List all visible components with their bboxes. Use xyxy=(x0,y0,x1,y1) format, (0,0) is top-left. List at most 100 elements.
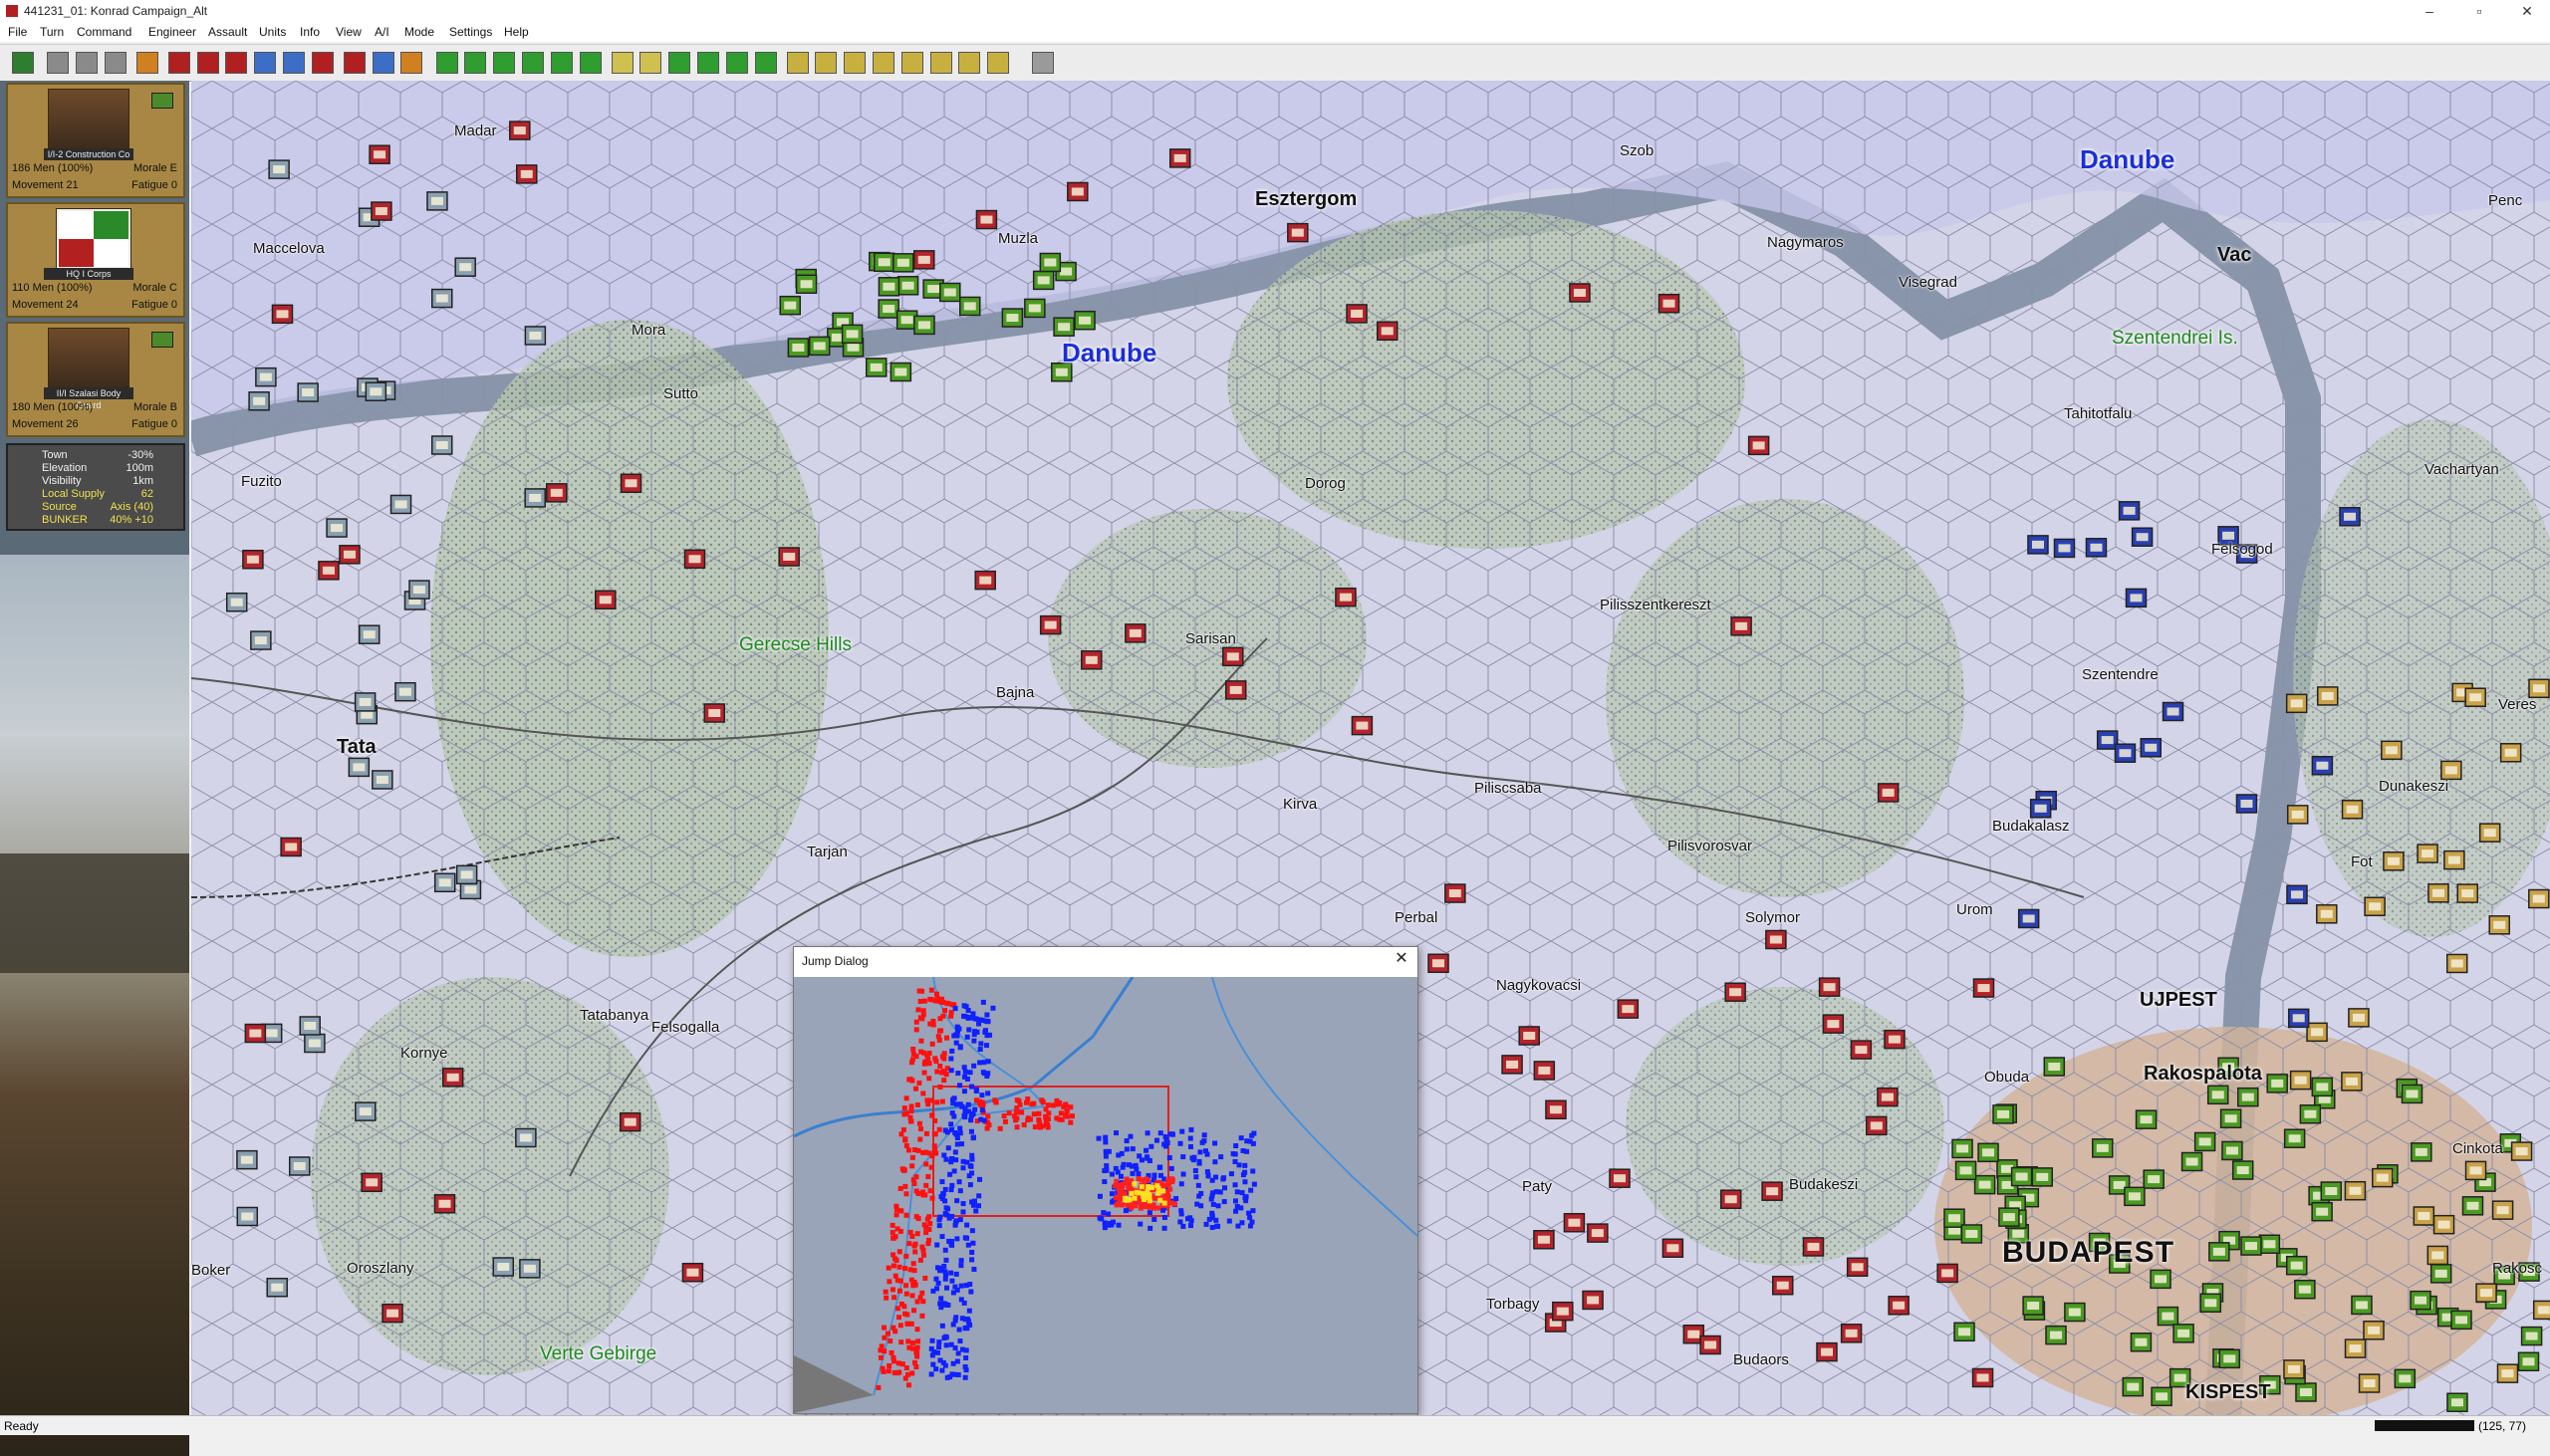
reinforcements-icon[interactable] xyxy=(225,52,248,74)
axis-dot xyxy=(920,1247,926,1253)
unit-list-icon[interactable] xyxy=(167,52,190,74)
menu-settings[interactable]: Settings xyxy=(449,25,492,39)
soviet-dot xyxy=(977,1060,983,1066)
line-of-sight-icon[interactable] xyxy=(611,52,634,74)
soviet-dot xyxy=(1178,1208,1184,1214)
axis-dot xyxy=(903,1142,909,1148)
soviet-dot xyxy=(1103,1134,1109,1140)
unit-symbol xyxy=(1291,228,1304,237)
soviet-dot xyxy=(930,1361,936,1367)
unit-symbol xyxy=(896,258,909,267)
unit-card[interactable]: II/I Szalasi Body Guard 180 Men (100%) M… xyxy=(6,322,185,437)
unit-symbol xyxy=(2140,1115,2153,1124)
axis-dot xyxy=(1002,1118,1008,1124)
zoom-out-icon[interactable] xyxy=(464,52,487,74)
next-unit-icon[interactable] xyxy=(550,52,573,74)
end-turn-icon[interactable] xyxy=(12,52,34,74)
flag-icon[interactable] xyxy=(579,52,602,74)
maximize-button[interactable]: ▫ xyxy=(2456,0,2502,22)
bridge-icon[interactable] xyxy=(343,52,366,74)
load-icon[interactable] xyxy=(76,52,98,74)
axis-dot xyxy=(925,1174,931,1180)
camp-icon[interactable] xyxy=(929,52,952,74)
town-label: Urom xyxy=(1956,901,1993,918)
unit-symbol xyxy=(293,1161,306,1170)
mine-icon[interactable] xyxy=(372,52,394,74)
save-icon[interactable] xyxy=(47,52,70,74)
soviet-dot xyxy=(953,1315,959,1321)
visibility-icon[interactable] xyxy=(697,52,719,74)
unit-card[interactable]: I/I-2 Construction Co 186 Men (100%) Mor… xyxy=(6,83,185,198)
unit-card[interactable]: HQ I Corps 110 Men (100%) Morale C Movem… xyxy=(6,202,185,318)
menu-info[interactable]: Info xyxy=(300,25,320,39)
zoom-in-icon[interactable] xyxy=(435,52,458,74)
minimap-canvas[interactable] xyxy=(794,977,1417,1413)
options-icon[interactable] xyxy=(1032,52,1054,74)
minimize-button[interactable]: – xyxy=(2407,0,2452,22)
menu-units[interactable]: Units xyxy=(259,25,286,39)
fuel-icon[interactable] xyxy=(987,52,1010,74)
vehicle-icon[interactable] xyxy=(815,52,838,74)
assault-icon[interactable] xyxy=(311,52,334,74)
soviet-dot xyxy=(1101,1210,1107,1216)
column-icon[interactable] xyxy=(725,52,748,74)
soviet-dot xyxy=(1193,1174,1199,1180)
hex-info-icon[interactable] xyxy=(135,52,158,74)
soviet-dot xyxy=(1145,1130,1150,1136)
artillery-icon[interactable] xyxy=(283,52,305,74)
menu-engineer[interactable]: Engineer xyxy=(148,25,196,39)
soviet-dot xyxy=(959,1141,965,1147)
axis-dot xyxy=(905,1147,911,1153)
close-button[interactable]: ✕ xyxy=(2504,0,2550,22)
soviet-dot xyxy=(1235,1223,1241,1229)
axis-dot xyxy=(1045,1116,1051,1122)
menu-view[interactable]: View xyxy=(336,25,362,39)
replay-icon[interactable] xyxy=(104,52,127,74)
soviet-dot xyxy=(1210,1201,1216,1207)
refresh-icon[interactable] xyxy=(522,52,544,74)
grid-icon[interactable] xyxy=(493,52,516,74)
soviet-dot xyxy=(1234,1189,1240,1195)
terrain-icon[interactable] xyxy=(668,52,691,74)
dialog-close-button[interactable]: ✕ xyxy=(1392,949,1411,969)
axis-dot xyxy=(917,1136,923,1142)
axis-dot xyxy=(914,1327,920,1333)
air-icon[interactable] xyxy=(254,52,277,74)
soviet-dot xyxy=(977,1176,983,1182)
soviet-dot xyxy=(949,1213,955,1219)
soviet-dot xyxy=(938,1194,944,1200)
gun-icon[interactable] xyxy=(958,52,981,74)
unit-symbol xyxy=(1941,1269,1954,1278)
axis-dot xyxy=(924,1052,930,1058)
menu-ai[interactable]: A/I xyxy=(375,25,389,39)
axis-dot xyxy=(891,1325,896,1331)
soviet-dot xyxy=(1247,1223,1253,1229)
building-icon[interactable] xyxy=(900,52,923,74)
unit-symbol xyxy=(2048,1063,2061,1072)
menu-help[interactable]: Help xyxy=(504,25,529,39)
axis-dot xyxy=(924,1216,930,1222)
menu-mode[interactable]: Mode xyxy=(404,25,434,39)
jump-dialog[interactable]: Jump Dialog ✕ xyxy=(793,946,1418,1414)
order-of-battle-icon[interactable] xyxy=(196,52,219,74)
unit-symbol xyxy=(265,1029,278,1038)
axis-dot xyxy=(923,1182,929,1188)
menu-assault[interactable]: Assault xyxy=(208,25,247,39)
minimap-land xyxy=(794,977,1417,1413)
menu-command[interactable]: Command xyxy=(77,25,131,39)
hq-icon[interactable] xyxy=(844,52,867,74)
lock-icon[interactable] xyxy=(786,52,809,74)
supply-icon[interactable] xyxy=(754,52,777,74)
target-icon[interactable] xyxy=(873,52,894,74)
soviet-dot xyxy=(970,1240,976,1246)
axis-dot xyxy=(903,1291,909,1297)
soviet-dot xyxy=(1162,1143,1168,1149)
soviet-dot xyxy=(1250,1208,1256,1214)
minimap[interactable] xyxy=(794,977,1417,1413)
fortify-icon[interactable] xyxy=(400,52,423,74)
menu-file[interactable]: File xyxy=(8,25,27,39)
menu-turn[interactable]: Turn xyxy=(40,25,64,39)
highlight-icon[interactable] xyxy=(639,52,662,74)
soviet-dot xyxy=(1222,1185,1228,1191)
unit-morale: Morale E xyxy=(132,162,177,174)
